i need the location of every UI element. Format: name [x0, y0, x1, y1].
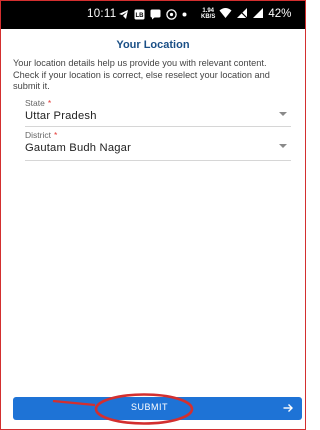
- screen-frame: 10:11 LB 1.94 KB/S 42% Your Location You…: [0, 0, 306, 430]
- required-mark: *: [47, 98, 52, 108]
- dot-icon: [182, 12, 187, 17]
- page-title: Your Location: [116, 39, 190, 51]
- intro-text: Your location details help us provide yo…: [13, 58, 270, 91]
- whatsapp-icon: [166, 8, 177, 20]
- lb-icon: LB: [134, 9, 145, 20]
- status-bar: 10:11 LB 1.94 KB/S 42%: [1, 1, 305, 29]
- submit-button[interactable]: SUBMIT: [13, 397, 302, 420]
- arrow-right-icon: [283, 404, 293, 412]
- battery-level: 42%: [268, 8, 292, 20]
- district-label: District *: [25, 130, 58, 140]
- chevron-down-icon[interactable]: [279, 112, 287, 116]
- notification-icons: LB: [118, 7, 187, 21]
- state-value: Uttar Pradesh: [25, 110, 97, 122]
- muted-icon: [236, 7, 248, 22]
- svg-text:LB: LB: [136, 13, 145, 19]
- status-time: 10:11: [87, 8, 117, 20]
- chat-icon: [150, 9, 161, 20]
- chevron-down-icon[interactable]: [279, 144, 287, 148]
- network-speed: 1.94 KB/S: [201, 8, 216, 20]
- state-select[interactable]: State * Uttar Pradesh: [25, 98, 291, 127]
- system-icons: 1.94 KB/S 42%: [201, 6, 291, 22]
- signal-icon: [252, 7, 264, 22]
- telegram-icon: [118, 9, 129, 20]
- wifi-icon: [219, 7, 232, 22]
- required-mark: *: [53, 130, 58, 140]
- district-value: Gautam Budh Nagar: [25, 142, 132, 154]
- state-label: State *: [25, 98, 52, 108]
- district-select[interactable]: District * Gautam Budh Nagar: [25, 130, 291, 161]
- submit-label: SUBMIT: [130, 402, 168, 412]
